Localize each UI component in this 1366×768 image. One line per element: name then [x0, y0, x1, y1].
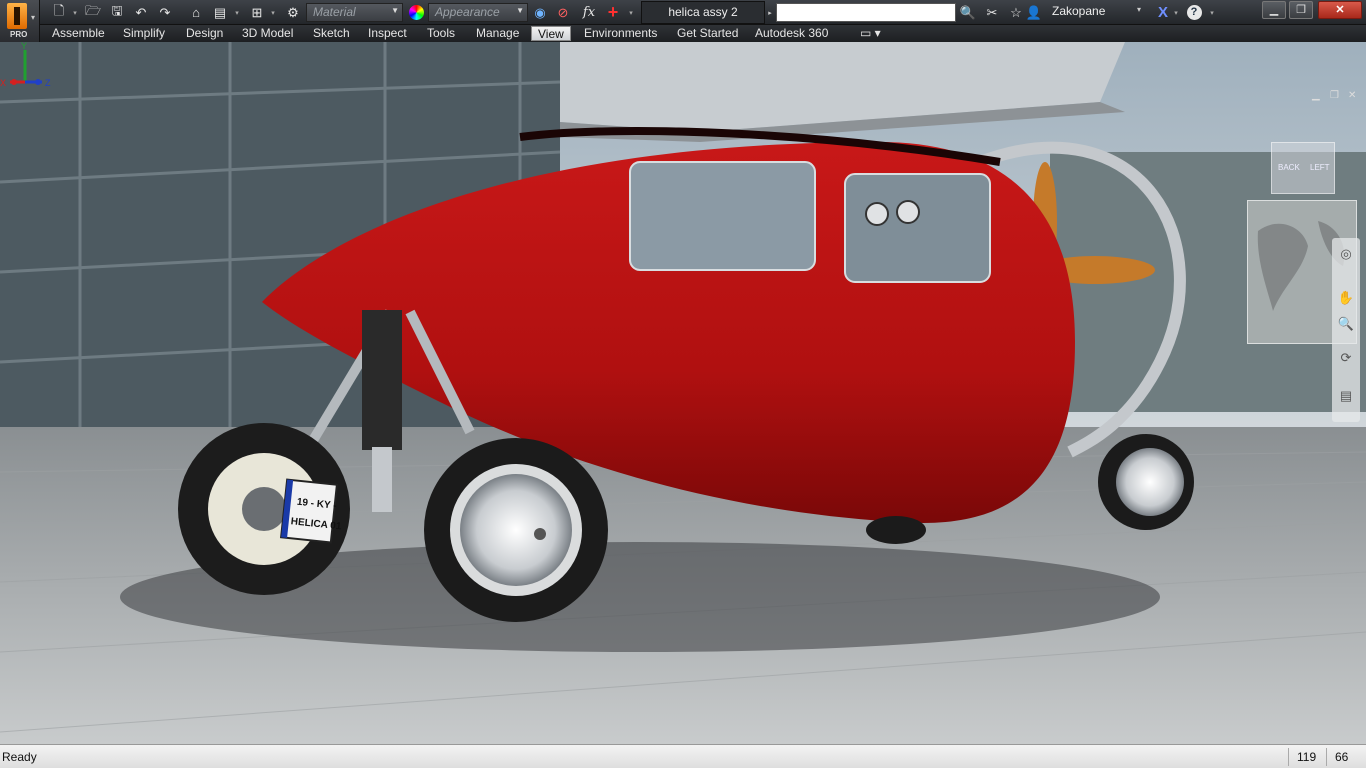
ribbon-display-toggle-icon[interactable]: ▭ ▾ — [854, 26, 887, 41]
tab-manage[interactable]: Manage — [470, 26, 525, 41]
scene-render: 19 - KY - HELICA 01 — [0, 42, 1366, 744]
appearance-dropdown[interactable]: Appearance ▼ — [428, 3, 528, 22]
settings-gear-icon[interactable]: ⚙ — [282, 3, 304, 22]
tab-environments[interactable]: Environments — [578, 26, 663, 41]
tab-assemble[interactable]: Assemble — [46, 26, 111, 41]
view-cube[interactable]: BACK LEFT — [1271, 142, 1335, 194]
function-button[interactable]: fx — [578, 3, 600, 22]
material-dropdown[interactable]: Material ▼ — [306, 3, 403, 22]
user-name[interactable]: Zakopane — [1052, 4, 1105, 18]
user-icon: 👤 — [1025, 4, 1043, 20]
tab-scroll-icon[interactable]: ▸ — [766, 3, 774, 22]
subscription-icon[interactable]: ✂ — [982, 3, 1002, 22]
exchange-dropdown-icon[interactable]: ▾ — [1172, 3, 1180, 22]
tab-get-started[interactable]: Get Started — [671, 26, 744, 41]
tab-tools[interactable]: Tools — [421, 26, 461, 41]
material-placeholder: Material — [313, 5, 356, 19]
chevron-down-icon: ▼ — [516, 6, 524, 15]
viewport-minimize-icon[interactable]: ▁ — [1312, 90, 1320, 101]
orbit-icon[interactable]: ⟳ — [1336, 350, 1356, 368]
triad-y-label: Y — [21, 42, 27, 51]
title-bar: 🗋 ▾ 🗁 🖫 ↶ ↷ ⌂ ▤ ▾ ⊞ ▾ ⚙ Material ▼ Appea… — [0, 0, 1366, 25]
new-dropdown-icon[interactable]: ▾ — [71, 3, 79, 22]
home-button[interactable]: ⌂ — [185, 3, 207, 22]
customize-dropdown-icon[interactable]: ▾ — [627, 3, 635, 22]
undo-button[interactable]: ↶ — [130, 3, 152, 22]
coordinate-triad: Y X Z — [0, 42, 51, 88]
pan-hand-icon[interactable]: ✋ — [1336, 290, 1356, 308]
close-button[interactable]: ✕ — [1318, 1, 1362, 19]
add-cross-icon[interactable]: + — [602, 2, 624, 22]
open-button[interactable]: 🗁 — [82, 3, 104, 22]
triad-z-label: Z — [45, 78, 51, 88]
chevron-down-icon: ▾ — [31, 13, 36, 22]
status-bar: Ready 119 66 — [0, 744, 1366, 768]
favorites-star-icon[interactable]: ☆ — [1006, 3, 1026, 22]
tab-inspect[interactable]: Inspect — [362, 26, 413, 41]
help-icon[interactable]: ? — [1184, 3, 1204, 22]
exchange-apps-icon[interactable]: X — [1152, 3, 1174, 22]
status-value-1: 119 — [1288, 748, 1328, 766]
tab-autodesk-360[interactable]: Autodesk 360 — [749, 26, 834, 41]
binoculars-search-icon[interactable]: 🔍 — [958, 3, 978, 22]
front-right-wheel — [424, 438, 608, 622]
select-button[interactable]: ⊞ — [246, 3, 268, 22]
zoom-icon[interactable]: 🔍 — [1336, 316, 1356, 334]
rear-wheel — [1098, 434, 1194, 530]
tab-3d-model[interactable]: 3D Model — [236, 26, 299, 41]
appearance-placeholder: Appearance — [435, 5, 500, 19]
clear-appearance-icon[interactable]: ⊘ — [553, 3, 573, 22]
adjust-appearance-icon[interactable]: ◉ — [530, 3, 550, 22]
save-button[interactable]: 🖫 — [106, 3, 128, 22]
inventor-logo-icon — [7, 3, 27, 29]
viewcube-left-face[interactable]: LEFT — [1310, 163, 1330, 172]
viewport-restore-icon[interactable]: ❐ — [1330, 90, 1339, 101]
graphics-viewport[interactable]: 19 - KY - HELICA 01 ▁ ❐ ✕ BACK LEFT ◎ ✋ … — [0, 42, 1366, 744]
print-button[interactable]: ▤ — [209, 3, 231, 22]
minimize-button[interactable]: ▁ — [1262, 1, 1286, 19]
tab-view[interactable]: View — [531, 26, 571, 41]
edition-label: PRO — [10, 30, 28, 39]
maximize-button[interactable]: ❐ — [1289, 1, 1313, 19]
new-button[interactable]: 🗋 — [48, 3, 70, 22]
viewcube-back-face[interactable]: BACK — [1278, 163, 1300, 172]
steering-wheel-icon[interactable]: ◎ — [1336, 246, 1356, 264]
navigation-bar: ◎ ✋ 🔍 ⟳ ▤ — [1332, 238, 1360, 422]
chevron-down-icon: ▼ — [391, 6, 399, 15]
status-value-2: 66 — [1326, 748, 1366, 766]
viewport-close-icon[interactable]: ✕ — [1348, 90, 1356, 101]
application-menu-button[interactable]: PRO ▾ — [0, 0, 40, 42]
redo-button[interactable]: ↷ — [154, 3, 176, 22]
look-at-icon[interactable]: ▤ — [1336, 388, 1356, 406]
appearance-color-wheel-icon[interactable] — [405, 3, 427, 22]
user-dropdown-icon[interactable]: ▾ — [1137, 5, 1141, 14]
help-dropdown-icon[interactable]: ▾ — [1208, 3, 1216, 22]
select-dropdown-icon[interactable]: ▾ — [269, 3, 277, 22]
document-tab[interactable]: helica assy 2 — [641, 1, 765, 24]
status-text: Ready — [2, 750, 37, 764]
tab-design[interactable]: Design — [180, 26, 229, 41]
print-dropdown-icon[interactable]: ▾ — [233, 3, 241, 22]
tab-sketch[interactable]: Sketch — [307, 26, 356, 41]
search-input[interactable] — [776, 3, 956, 22]
ribbon-tabs: Assemble Simplify Design 3D Model Sketch… — [40, 25, 1366, 42]
inventor-window: 🗋 ▾ 🗁 🖫 ↶ ↷ ⌂ ▤ ▾ ⊞ ▾ ⚙ Material ▼ Appea… — [0, 0, 1366, 768]
triad-x-label: X — [0, 78, 6, 88]
tab-simplify[interactable]: Simplify — [117, 26, 171, 41]
